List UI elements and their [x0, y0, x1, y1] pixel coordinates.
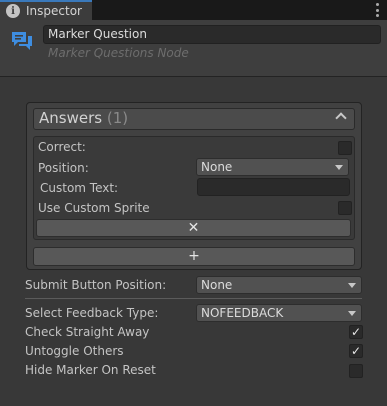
- section-divider: [25, 298, 362, 299]
- dropdown-arrow-icon: [348, 311, 356, 316]
- submit-position-value: None: [201, 278, 233, 292]
- feedback-type-value: NOFEEDBACK: [201, 306, 284, 320]
- tab-inspector-label: Inspector: [26, 4, 82, 18]
- comment-icon: [12, 32, 32, 50]
- remove-answer-button[interactable]: ✕: [36, 219, 351, 237]
- position-dropdown[interactable]: None: [196, 158, 349, 176]
- custom-text-label: Custom Text:: [40, 181, 119, 195]
- untoggle-others-checkbox[interactable]: ✓: [349, 344, 363, 358]
- tab-inspector[interactable]: i Inspector: [0, 0, 92, 20]
- dropdown-arrow-icon: [348, 283, 356, 288]
- untoggle-others-label: Untoggle Others: [25, 344, 124, 358]
- header-divider: [0, 76, 387, 77]
- submit-position-label: Submit Button Position:: [25, 278, 167, 292]
- use-custom-sprite-label: Use Custom Sprite: [38, 201, 150, 215]
- answers-title-label: Answers: [39, 109, 103, 127]
- answers-count: (1): [106, 109, 129, 127]
- node-type-subtitle: Marker Questions Node: [48, 46, 189, 60]
- answers-title: Answers (1): [39, 109, 128, 127]
- add-answer-button[interactable]: +: [33, 247, 355, 266]
- use-custom-sprite-checkbox[interactable]: [338, 201, 352, 215]
- check-straight-away-checkbox[interactable]: ✓: [349, 325, 363, 339]
- plus-icon: +: [188, 248, 200, 264]
- position-dropdown-value: None: [201, 160, 233, 174]
- hide-marker-on-reset-label: Hide Marker On Reset: [25, 363, 156, 377]
- dropdown-arrow-icon: [335, 165, 343, 170]
- info-icon: i: [6, 4, 20, 18]
- hide-marker-on-reset-checkbox[interactable]: [349, 364, 363, 378]
- position-label: Position:: [38, 161, 89, 175]
- custom-text-field[interactable]: [197, 178, 350, 196]
- feedback-type-dropdown[interactable]: NOFEEDBACK: [196, 304, 362, 322]
- close-icon: ✕: [187, 220, 200, 236]
- correct-label: Correct:: [38, 140, 86, 154]
- feedback-type-label: Select Feedback Type:: [25, 306, 159, 320]
- check-straight-away-label: Check Straight Away: [25, 325, 150, 339]
- submit-position-dropdown[interactable]: None: [196, 276, 362, 294]
- correct-checkbox[interactable]: [338, 141, 352, 155]
- kebab-menu-icon[interactable]: [375, 3, 379, 17]
- node-name-field[interactable]: Marker Question: [43, 25, 381, 44]
